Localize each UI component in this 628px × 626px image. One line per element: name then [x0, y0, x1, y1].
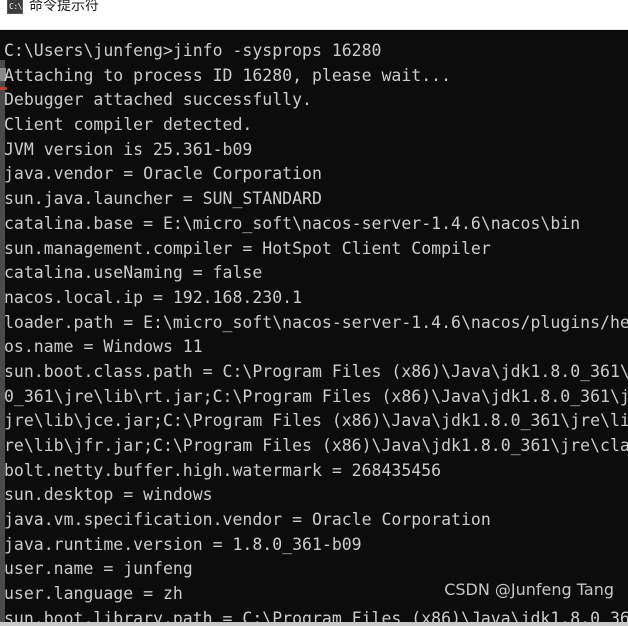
- watermark-label: CSDN @Junfeng Tang: [444, 580, 614, 599]
- console-line: 0_361\jre\lib\rt.jar;C:\Program Files (x…: [4, 386, 628, 406]
- console-line: catalina.base = E:\micro_soft\nacos-serv…: [4, 213, 581, 233]
- window-titlebar[interactable]: C:\_ 命令提示符: [0, 0, 628, 30]
- console-line: sun.desktop = windows: [4, 485, 213, 505]
- cmd-icon: C:\_: [7, 0, 23, 14]
- console-line: Debugger attached successfully.: [4, 90, 312, 110]
- console-line: java.runtime.version = 1.8.0_361-b09: [4, 534, 362, 554]
- console-line: jre\lib\jce.jar;C:\Program Files (x86)\J…: [4, 411, 628, 431]
- titlebar-content: C:\_ 命令提示符: [0, 0, 99, 15]
- console-line: loader.path = E:\micro_soft\nacos-server…: [4, 312, 628, 332]
- console-output-area[interactable]: C:\Users\junfeng>jinfo -sysprops 16280 At…: [0, 30, 628, 622]
- console-line: C:\Users\junfeng>jinfo -sysprops 16280: [4, 41, 382, 60]
- console-line: catalina.useNaming = false: [4, 263, 263, 283]
- window-bottom-edge: [0, 622, 628, 626]
- console-line: JVM version is 25.361-b09: [4, 139, 253, 159]
- console-line: user.name = junfeng: [4, 559, 193, 579]
- window-title: 命令提示符: [29, 0, 99, 14]
- console-line: sun.boot.library.path = C:\Program Files…: [4, 608, 628, 622]
- console-line: java.vendor = Oracle Corporation: [4, 164, 322, 184]
- console-line: sun.management.compiler = HotSpot Client…: [4, 238, 491, 258]
- console-line: java.vm.specification.vendor = Oracle Co…: [4, 510, 491, 530]
- console-line: Client compiler detected.: [4, 115, 253, 135]
- command-prompt-window: C:\_ 命令提示符 C:\Users\junfeng>jinfo -syspr…: [0, 0, 628, 626]
- cmd-icon-glyph: C:\_: [9, 1, 22, 11]
- console-line: Attaching to process ID 16280, please wa…: [4, 65, 452, 85]
- console-line: sun.boot.class.path = C:\Program Files (…: [4, 361, 628, 381]
- console-line: bolt.netty.buffer.high.watermark = 26843…: [4, 460, 442, 480]
- console-line: re\lib\jfr.jar;C:\Program Files (x86)\Ja…: [4, 436, 628, 455]
- console-text: C:\Users\junfeng>jinfo -sysprops 16280 At…: [4, 39, 628, 622]
- console-line: sun.java.launcher = SUN_STANDARD: [4, 189, 322, 209]
- console-line: os.name = Windows 11: [4, 337, 203, 357]
- console-line: nacos.local.ip = 192.168.230.1: [4, 287, 303, 307]
